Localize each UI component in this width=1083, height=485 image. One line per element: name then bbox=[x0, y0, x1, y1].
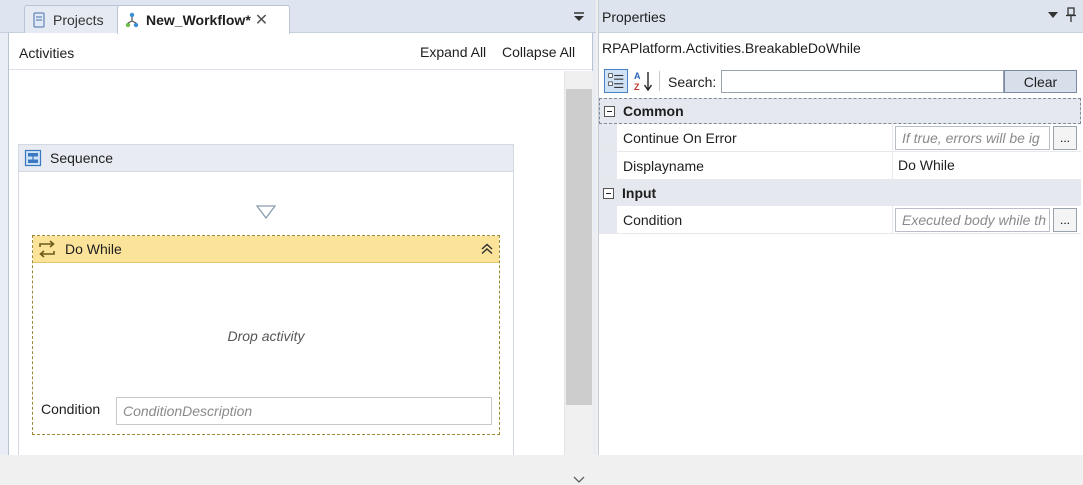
tab-label: New_Workflow* bbox=[146, 12, 251, 28]
collapse-chevron-icon[interactable] bbox=[480, 242, 494, 256]
column-separator bbox=[892, 152, 893, 179]
tab-projects[interactable]: Projects bbox=[24, 5, 124, 33]
designer-canvas[interactable]: Sequence Do While Drop activity Conditio… bbox=[9, 71, 564, 455]
designer-title: Activities bbox=[19, 45, 75, 61]
loop-icon bbox=[39, 240, 55, 258]
category-label: Input bbox=[622, 185, 657, 201]
do-while-activity[interactable]: Do While Drop activity Condition bbox=[32, 235, 500, 435]
category-common[interactable]: Common bbox=[599, 98, 1081, 124]
condition-input[interactable] bbox=[116, 397, 492, 425]
condition-ellipsis-button[interactable]: ... bbox=[1053, 208, 1077, 232]
workflow-designer: Activities Expand All Collapse All Seque… bbox=[8, 33, 593, 483]
scroll-down-icon[interactable] bbox=[573, 475, 585, 485]
condition-label: Condition bbox=[41, 401, 101, 417]
properties-title: Properties bbox=[602, 9, 666, 25]
property-name: Continue On Error bbox=[623, 130, 737, 146]
property-row-condition[interactable]: Condition ... bbox=[599, 206, 1081, 234]
sequence-title: Sequence bbox=[50, 150, 114, 166]
column-separator bbox=[892, 206, 893, 233]
row-gutter bbox=[599, 206, 617, 233]
selected-object-type: RPAPlatform.Activities.BreakableDoWhile bbox=[602, 40, 861, 56]
scrollbar-thumb[interactable] bbox=[566, 89, 592, 405]
collapse-toggle-icon[interactable] bbox=[604, 105, 615, 117]
row-gutter bbox=[599, 124, 617, 151]
document-tabstrip: Projects New_Workflow* ✕ bbox=[0, 0, 596, 34]
properties-titlebar: Properties bbox=[599, 0, 1083, 33]
designer-scrollbar[interactable] bbox=[564, 71, 593, 483]
tab-new-workflow[interactable]: New_Workflow* ✕ bbox=[117, 5, 290, 34]
toolbar-separator bbox=[659, 71, 660, 91]
condition-property-input[interactable] bbox=[895, 208, 1050, 232]
property-name: Displayname bbox=[623, 158, 704, 174]
svg-text:Z: Z bbox=[634, 82, 640, 92]
column-separator bbox=[892, 124, 893, 151]
continue-on-error-input[interactable] bbox=[895, 126, 1050, 150]
collapse-all-link[interactable]: Collapse All bbox=[502, 44, 575, 60]
collapse-toggle-icon[interactable] bbox=[603, 187, 614, 199]
sort-alphabetical-icon[interactable]: A Z bbox=[632, 69, 656, 93]
category-input[interactable]: Input bbox=[599, 180, 1081, 206]
property-row-continue-on-error[interactable]: Continue On Error ... bbox=[599, 124, 1081, 152]
tab-label: Projects bbox=[53, 11, 104, 28]
drop-target-arrow-icon[interactable] bbox=[256, 205, 276, 219]
designer-header: Activities Expand All Collapse All bbox=[9, 33, 592, 70]
sequence-activity[interactable]: Sequence Do While Drop activity Conditio… bbox=[18, 144, 514, 455]
property-grid: Common Continue On Error ... Displayname… bbox=[599, 98, 1081, 234]
properties-toolbar: A Z Search: Clear bbox=[599, 66, 1081, 97]
row-gutter bbox=[599, 152, 617, 179]
pin-icon[interactable] bbox=[1065, 7, 1077, 23]
search-label: Search: bbox=[668, 74, 717, 90]
property-row-displayname[interactable]: Displayname Do While bbox=[599, 152, 1081, 180]
do-while-header[interactable]: Do While bbox=[33, 236, 499, 263]
tab-list-dropdown-icon[interactable] bbox=[572, 10, 586, 24]
designer-pane: Projects New_Workflow* ✕ Activities Expa… bbox=[0, 0, 596, 483]
workflow-icon bbox=[125, 12, 139, 28]
close-icon[interactable]: ✕ bbox=[255, 10, 268, 30]
svg-text:A: A bbox=[634, 71, 641, 81]
properties-pane: Properties RPAPlatform.Activities.Breaka… bbox=[598, 0, 1083, 455]
continue-on-error-ellipsis-button[interactable]: ... bbox=[1053, 126, 1077, 150]
search-input[interactable] bbox=[721, 70, 1004, 93]
categorized-view-icon[interactable] bbox=[604, 69, 628, 93]
sequence-header[interactable]: Sequence bbox=[19, 145, 513, 172]
window-menu-icon[interactable] bbox=[1048, 11, 1058, 19]
drop-activity-placeholder[interactable]: Drop activity bbox=[33, 328, 499, 344]
category-label: Common bbox=[623, 103, 684, 119]
property-name: Condition bbox=[623, 212, 683, 228]
sequence-icon bbox=[24, 149, 42, 167]
do-while-title: Do While bbox=[65, 241, 122, 257]
app-window: Projects New_Workflow* ✕ Activities Expa… bbox=[0, 0, 1083, 483]
clear-button[interactable]: Clear bbox=[1004, 70, 1077, 93]
expand-all-link[interactable]: Expand All bbox=[420, 44, 486, 60]
document-icon bbox=[33, 12, 45, 27]
displayname-value[interactable]: Do While bbox=[898, 157, 955, 173]
